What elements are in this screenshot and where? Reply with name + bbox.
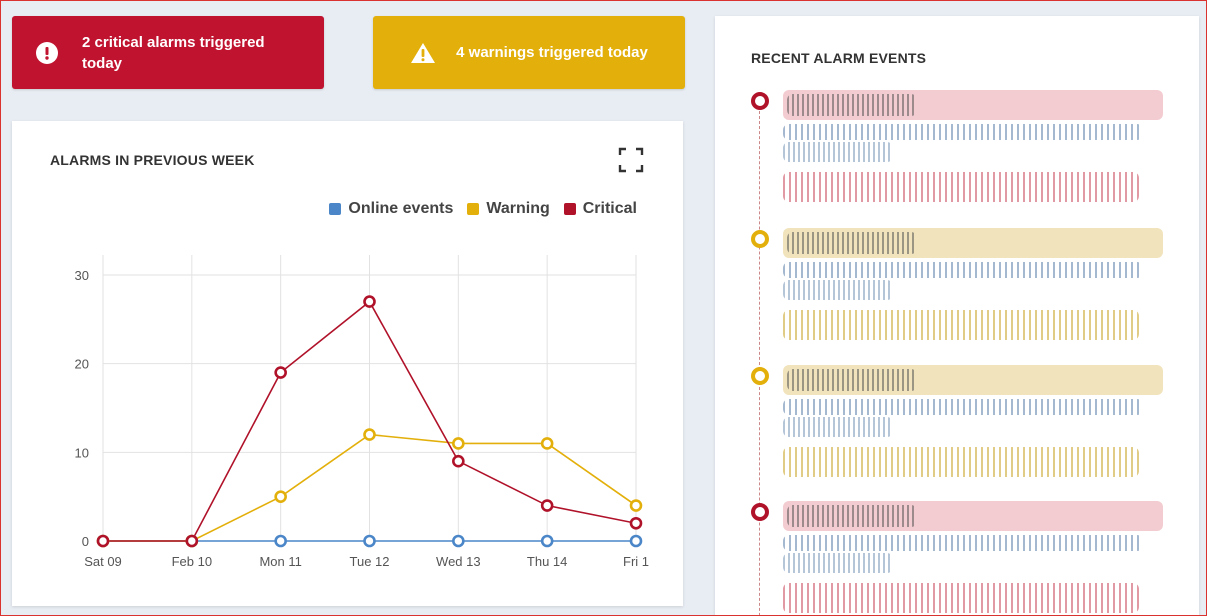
exclamation-circle-icon	[12, 41, 82, 64]
x-tick-label: Mon 11	[259, 554, 301, 569]
data-point-series-0	[629, 534, 643, 548]
data-point-series-2	[185, 534, 199, 548]
event-message-placeholder	[783, 447, 1139, 477]
warnings-text: 4 warnings triggered today	[456, 44, 648, 61]
alarms-chart-card: ALARMS IN PREVIOUS WEEK Online events Wa…	[12, 121, 683, 606]
warning-triangle-icon	[410, 42, 436, 64]
alarm-event-item[interactable]	[751, 90, 1171, 220]
event-detail-placeholder	[783, 262, 1143, 278]
event-detail-placeholder	[783, 124, 1143, 140]
event-detail-placeholder	[783, 553, 893, 573]
x-tick-label: Fri 1	[623, 554, 649, 569]
data-point-series-1	[452, 437, 465, 450]
event-detail-placeholder	[783, 399, 1143, 415]
event-detail-placeholder	[783, 142, 893, 162]
alarm-event-item[interactable]	[751, 501, 1171, 616]
event-detail-placeholder	[783, 280, 893, 300]
alarms-line-chart: 0 10 20 30 Sat 09 Feb 10 Mon 11 Tue 12 Wed 13 Thu…	[75, 255, 649, 569]
event-time-placeholder	[787, 232, 917, 254]
data-point-series-2	[629, 516, 643, 530]
event-detail-placeholder	[783, 535, 1143, 551]
y-tick-label: 20	[75, 357, 89, 372]
data-point-series-1	[274, 490, 287, 503]
x-tick-label: Feb 10	[172, 554, 212, 569]
data-point-series-2	[452, 454, 465, 468]
data-point-series-0	[452, 534, 465, 548]
x-tick-label: Thu 14	[527, 554, 567, 569]
data-point-series-2	[96, 534, 110, 548]
data-point-series-2	[363, 295, 376, 308]
x-tick-label: Tue 12	[350, 554, 390, 569]
recent-events-title: RECENT ALARM EVENTS	[751, 50, 927, 66]
event-status-dot	[751, 367, 769, 385]
data-point-series-1	[540, 437, 554, 450]
event-status-dot	[751, 503, 769, 521]
data-point-series-1	[363, 428, 376, 441]
critical-alarms-text: 2 critical alarms triggered today	[82, 33, 265, 72]
data-point-series-0	[363, 534, 376, 548]
x-tick-label: Wed 13	[436, 554, 481, 569]
data-point-series-2	[540, 499, 554, 512]
event-time-placeholder	[787, 505, 917, 527]
data-point-series-2	[274, 366, 287, 379]
event-time-placeholder	[787, 369, 917, 391]
y-tick-label: 10	[75, 445, 89, 460]
event-message-placeholder	[783, 310, 1139, 340]
warnings-alert[interactable]: 4 warnings triggered today	[373, 16, 685, 89]
data-point-series-1	[629, 499, 643, 512]
data-point-series-0	[540, 534, 554, 548]
alarm-event-item[interactable]	[751, 228, 1171, 358]
y-tick-label: 0	[82, 534, 89, 549]
y-tick-label: 30	[75, 268, 89, 283]
data-point-series-0	[274, 534, 287, 548]
event-message-placeholder	[783, 583, 1139, 613]
event-message-placeholder	[783, 172, 1139, 202]
event-detail-placeholder	[783, 417, 893, 437]
event-time-placeholder	[787, 94, 917, 116]
event-status-dot	[751, 92, 769, 110]
alarm-event-item[interactable]	[751, 365, 1171, 495]
critical-alarms-alert[interactable]: 2 critical alarms triggered today	[12, 16, 324, 89]
x-tick-label: Sat 09	[84, 554, 122, 569]
event-status-dot	[751, 230, 769, 248]
recent-alarm-events-card: RECENT ALARM EVENTS	[715, 16, 1199, 616]
